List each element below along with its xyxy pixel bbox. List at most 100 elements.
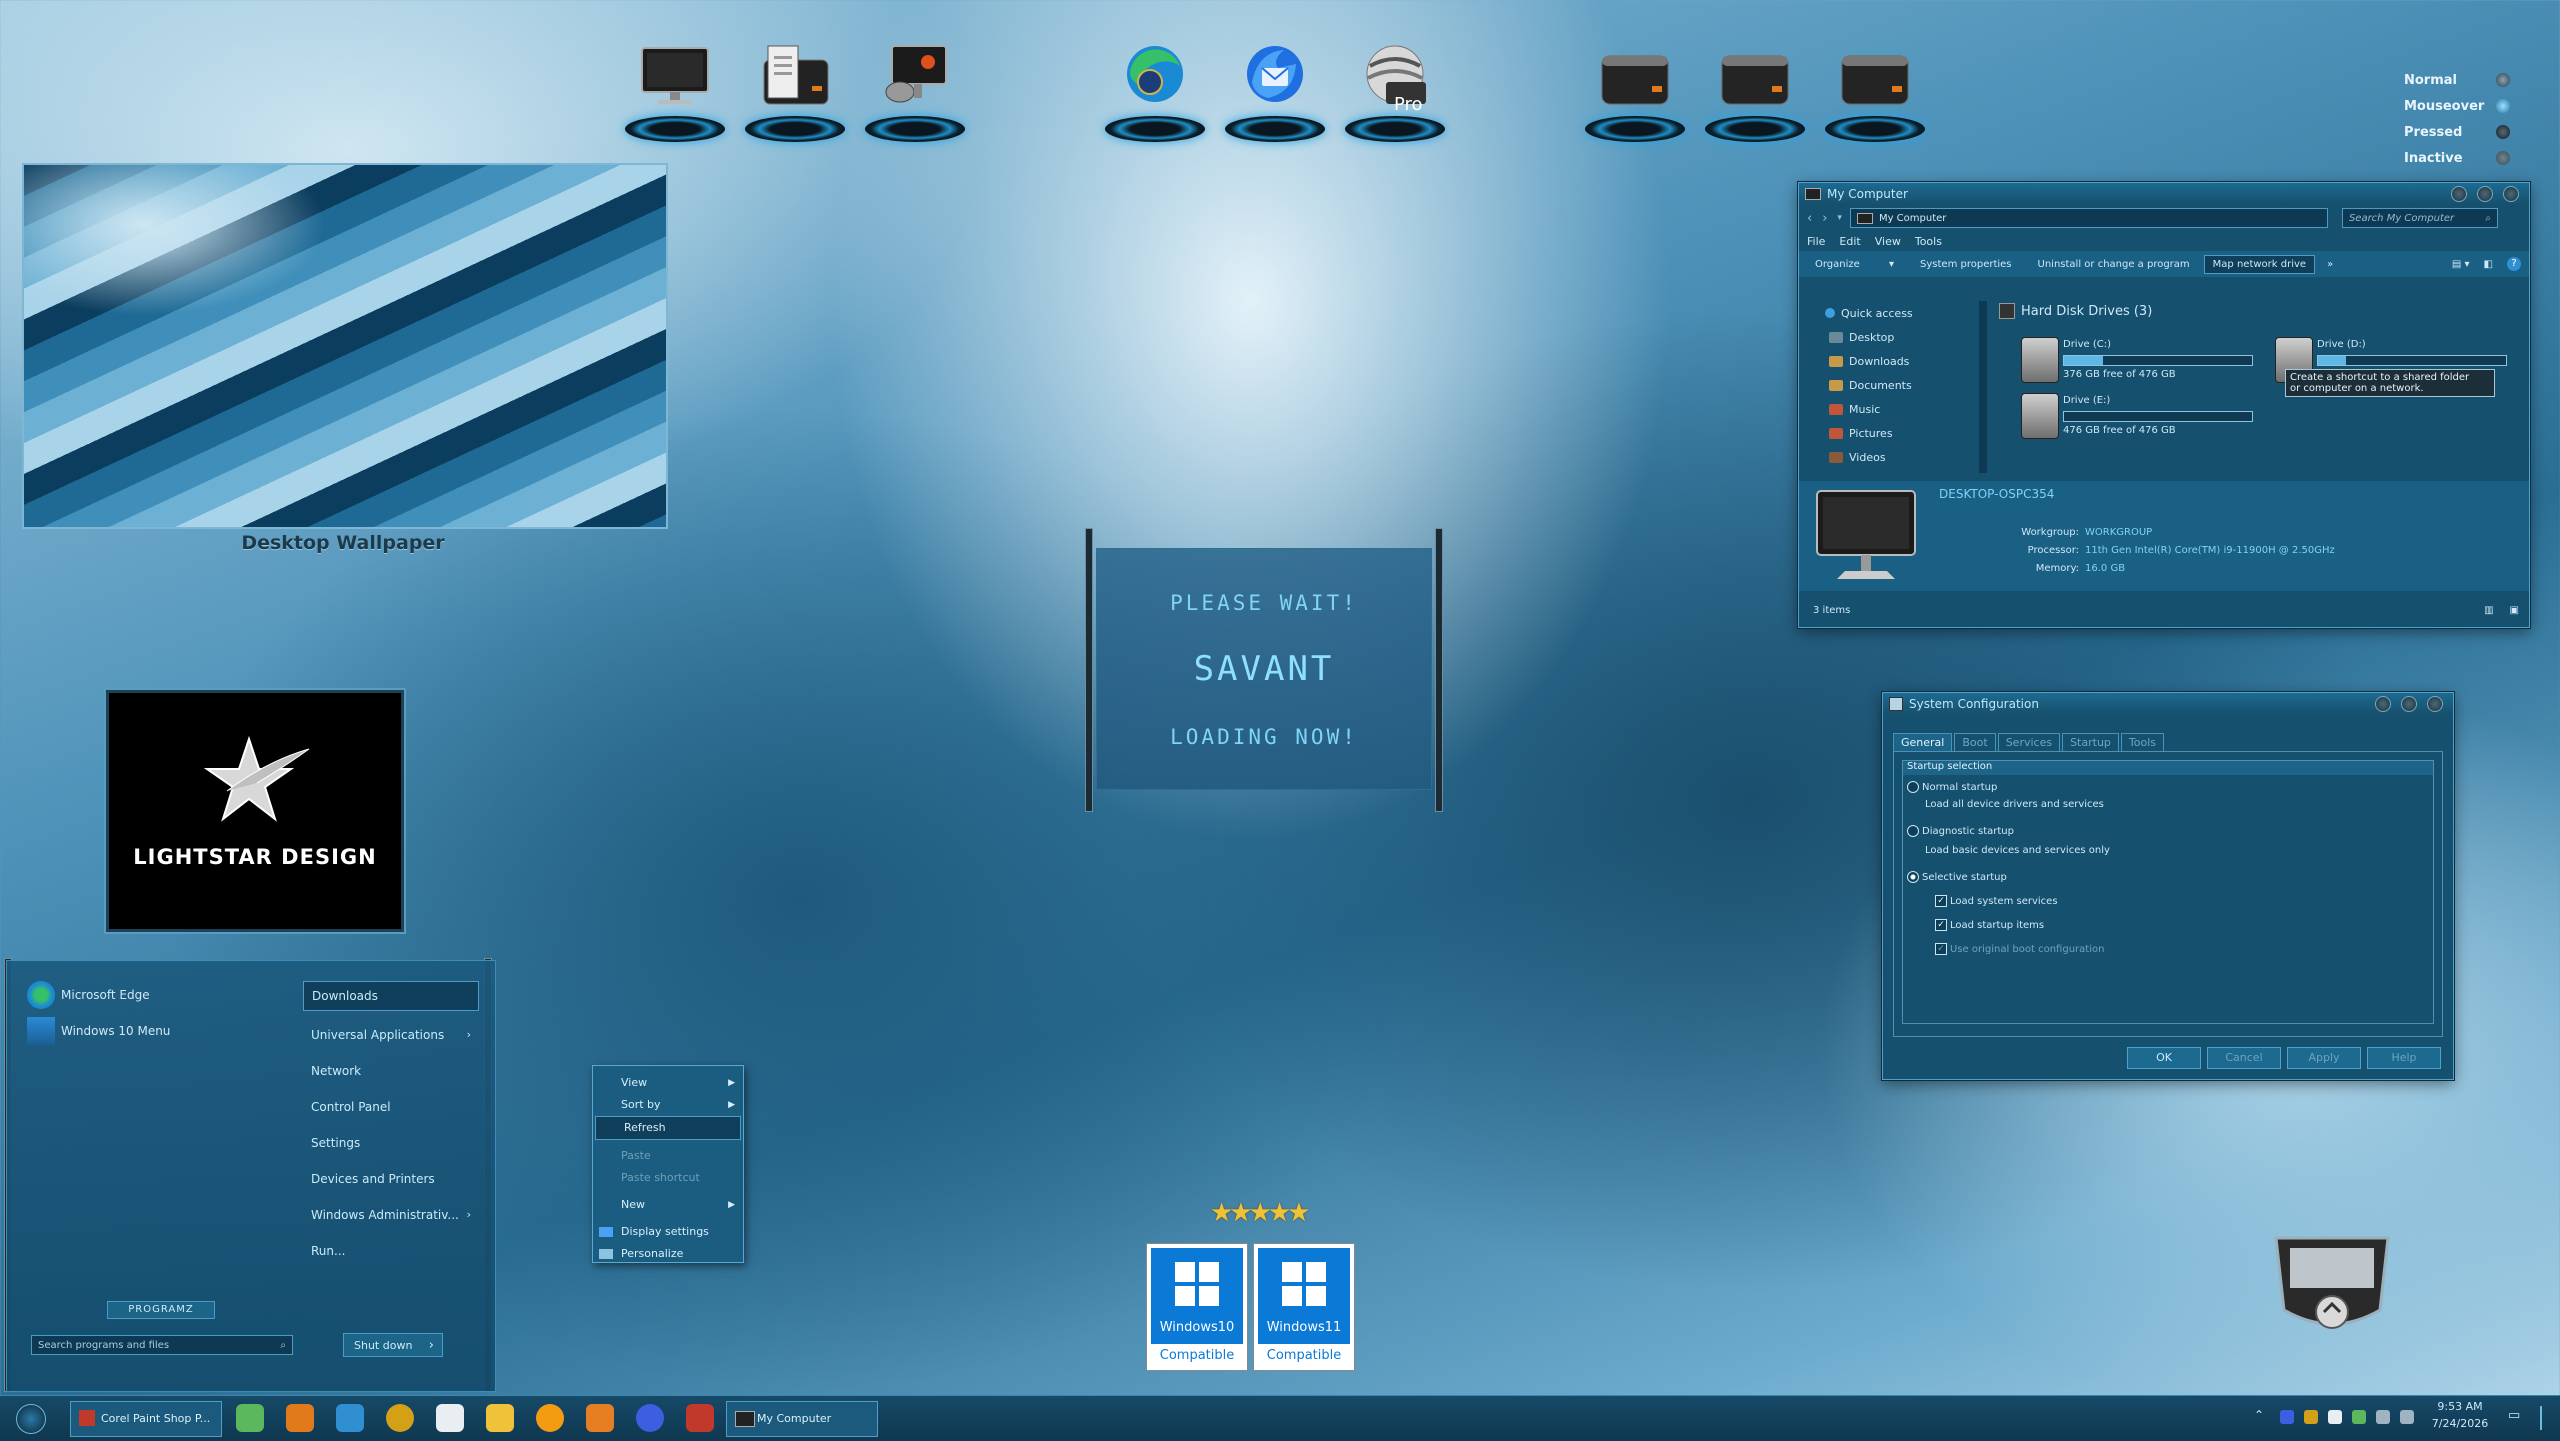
taskbar-app-icon-2[interactable] bbox=[286, 1404, 314, 1432]
nav-quick-access[interactable]: Quick access bbox=[1809, 301, 2001, 325]
notification-icon[interactable]: ▭ bbox=[2508, 1408, 2520, 1423]
menu-edit[interactable]: Edit bbox=[1839, 235, 1860, 248]
clock[interactable]: 9:53 AM 7/24/2026 bbox=[2420, 1400, 2500, 1430]
show-desktop-button[interactable] bbox=[2540, 1406, 2542, 1430]
nav-documents[interactable]: Documents bbox=[1809, 373, 2001, 397]
tray-icon-1[interactable] bbox=[2280, 1410, 2294, 1424]
details-view-icon[interactable]: ▥ bbox=[2484, 605, 2493, 616]
tab-startup[interactable]: Startup bbox=[2062, 733, 2119, 751]
diagnostic-startup-radio[interactable]: Diagnostic startup bbox=[1907, 825, 2014, 837]
taskbar-app-icon-7[interactable] bbox=[536, 1404, 564, 1432]
tab-tools[interactable]: Tools bbox=[2120, 733, 2165, 751]
search-icon[interactable]: ⌕ bbox=[280, 1340, 286, 1351]
start-settings[interactable]: Settings bbox=[303, 1125, 479, 1161]
check-icon[interactable]: ✓ bbox=[1935, 943, 1947, 955]
tray-icon-2[interactable] bbox=[2304, 1410, 2318, 1424]
cmd-uninstall[interactable]: Uninstall or change a program bbox=[2038, 259, 2190, 270]
taskbar-app-icon-1[interactable] bbox=[236, 1404, 264, 1432]
drive-icon-3[interactable] bbox=[1820, 36, 1930, 146]
taskbar-app-icon-6[interactable] bbox=[486, 1404, 514, 1432]
load-system-services-checkbox[interactable]: ✓ Load system services bbox=[1935, 895, 2058, 907]
help-button[interactable]: Help bbox=[2367, 1047, 2441, 1069]
minimize-button[interactable] bbox=[2451, 186, 2467, 202]
start-button[interactable] bbox=[16, 1404, 46, 1434]
start-universal-apps[interactable]: Universal Applications › bbox=[303, 1017, 479, 1053]
ctx-sort-by[interactable]: Sort by ▶ bbox=[593, 1094, 743, 1116]
load-startup-items-checkbox[interactable]: ✓ Load startup items bbox=[1935, 919, 2044, 931]
tray-volume-icon[interactable] bbox=[2400, 1410, 2414, 1424]
start-windows-admin[interactable]: Windows Administrativ... › bbox=[303, 1197, 479, 1233]
tab-general[interactable]: General bbox=[1893, 733, 1953, 751]
search-box[interactable]: Search My Computer ⌕ bbox=[2341, 208, 2498, 228]
menu-tools[interactable]: Tools bbox=[1915, 235, 1942, 248]
nav-downloads[interactable]: Downloads bbox=[1809, 349, 2001, 373]
nav-music[interactable]: Music bbox=[1809, 397, 2001, 421]
ctx-display-settings[interactable]: Display settings bbox=[593, 1221, 743, 1243]
start-downloads[interactable]: Downloads bbox=[303, 981, 479, 1011]
drive-icon-2[interactable] bbox=[1700, 36, 1810, 146]
taskbar-cursor-icon[interactable] bbox=[436, 1404, 464, 1432]
taskbar-app-icon-9[interactable] bbox=[636, 1404, 664, 1432]
cmd-more[interactable]: » bbox=[2327, 259, 2333, 270]
view-options-icon[interactable]: ▤ ▾ bbox=[2452, 259, 2470, 270]
recent-chevron-icon[interactable]: ▾ bbox=[1837, 213, 1842, 223]
preview-pane-icon[interactable]: ◧ bbox=[2484, 259, 2493, 270]
selective-radio-indicator[interactable] bbox=[1907, 871, 1919, 883]
sysconfig-titlebar[interactable]: System Configuration bbox=[1883, 693, 2453, 715]
recycle-bin-icon[interactable] bbox=[2270, 1226, 2394, 1342]
cmd-organize[interactable]: Organize ▾ bbox=[1815, 259, 1894, 270]
monitor-icon[interactable] bbox=[620, 36, 730, 146]
pinned-edge[interactable]: Microsoft Edge bbox=[27, 981, 150, 1009]
ctx-view[interactable]: View ▶ bbox=[593, 1072, 743, 1094]
google-earth-pro-icon[interactable]: Pro bbox=[1340, 36, 1450, 146]
tray-overflow-icon[interactable]: ⌃ bbox=[2254, 1408, 2264, 1422]
pinned-windows10-menu[interactable]: Windows 10 Menu bbox=[27, 1017, 170, 1045]
ctx-paste[interactable]: Paste bbox=[593, 1145, 743, 1167]
check-icon[interactable]: ✓ bbox=[1935, 895, 1947, 907]
taskbar-task-corel[interactable]: Corel Paint Shop P... bbox=[70, 1401, 222, 1437]
drive-icon-1[interactable] bbox=[1580, 36, 1690, 146]
selective-startup-radio[interactable]: Selective startup bbox=[1907, 871, 2007, 883]
thunderbird-icon[interactable] bbox=[1220, 36, 1330, 146]
normal-radio-indicator[interactable] bbox=[1907, 781, 1919, 793]
start-control-panel[interactable]: Control Panel bbox=[303, 1089, 479, 1125]
shutdown-button[interactable]: Shut down › bbox=[343, 1333, 443, 1357]
start-run[interactable]: Run... bbox=[303, 1233, 479, 1269]
my-computer-titlebar[interactable]: My Computer bbox=[1799, 183, 2529, 205]
tray-icon-3[interactable] bbox=[2328, 1410, 2342, 1424]
help-icon[interactable]: ? bbox=[2507, 257, 2521, 271]
tray-shield-icon[interactable] bbox=[2352, 1410, 2366, 1424]
sysconfig-maximize-button[interactable] bbox=[2401, 696, 2417, 712]
ctx-personalize[interactable]: Personalize bbox=[593, 1243, 743, 1265]
edge-icon[interactable] bbox=[1100, 36, 1210, 146]
cmd-map-network-drive[interactable]: Map network drive bbox=[2203, 254, 2316, 274]
sysconfig-minimize-button[interactable] bbox=[2375, 696, 2391, 712]
satellite-monitor-icon[interactable] bbox=[860, 36, 970, 146]
tiles-view-icon[interactable]: ▣ bbox=[2510, 605, 2519, 616]
nav-desktop[interactable]: Desktop bbox=[1809, 325, 2001, 349]
sysconfig-close-button[interactable] bbox=[2427, 696, 2443, 712]
start-search-box[interactable]: Search programs and files ⌕ bbox=[31, 1335, 293, 1355]
taskbar-task-my-computer[interactable]: My Computer bbox=[726, 1401, 878, 1437]
back-icon[interactable]: ‹ bbox=[1807, 211, 1812, 226]
cmd-system-properties[interactable]: System properties bbox=[1920, 259, 2012, 270]
tray-network-icon[interactable] bbox=[2376, 1410, 2390, 1424]
ctx-new[interactable]: New ▶ bbox=[593, 1194, 743, 1216]
taskbar-app-icon-3[interactable] bbox=[336, 1404, 364, 1432]
start-network[interactable]: Network bbox=[303, 1053, 479, 1089]
apply-button[interactable]: Apply bbox=[2287, 1047, 2361, 1069]
nav-videos[interactable]: Videos bbox=[1809, 445, 2001, 469]
address-bar[interactable]: My Computer bbox=[1849, 208, 2328, 228]
taskbar-app-icon-4[interactable] bbox=[386, 1404, 414, 1432]
taskbar-app-icon-10[interactable] bbox=[686, 1404, 714, 1432]
ok-button[interactable]: OK bbox=[2127, 1047, 2201, 1069]
nav-scrollbar[interactable] bbox=[1979, 301, 1987, 473]
normal-startup-radio[interactable]: Normal startup bbox=[1907, 781, 1997, 793]
tab-boot[interactable]: Boot bbox=[1954, 733, 1996, 751]
clipboard-drive-icon[interactable] bbox=[740, 36, 850, 146]
ctx-refresh[interactable]: Refresh bbox=[595, 1116, 741, 1140]
taskbar-app-icon-8[interactable] bbox=[586, 1404, 614, 1432]
drive-e[interactable]: Drive (E:) 476 GB free of 476 GB bbox=[2021, 391, 2261, 441]
start-devices-printers[interactable]: Devices and Printers bbox=[303, 1161, 479, 1197]
diagnostic-radio-indicator[interactable] bbox=[1907, 825, 1919, 837]
